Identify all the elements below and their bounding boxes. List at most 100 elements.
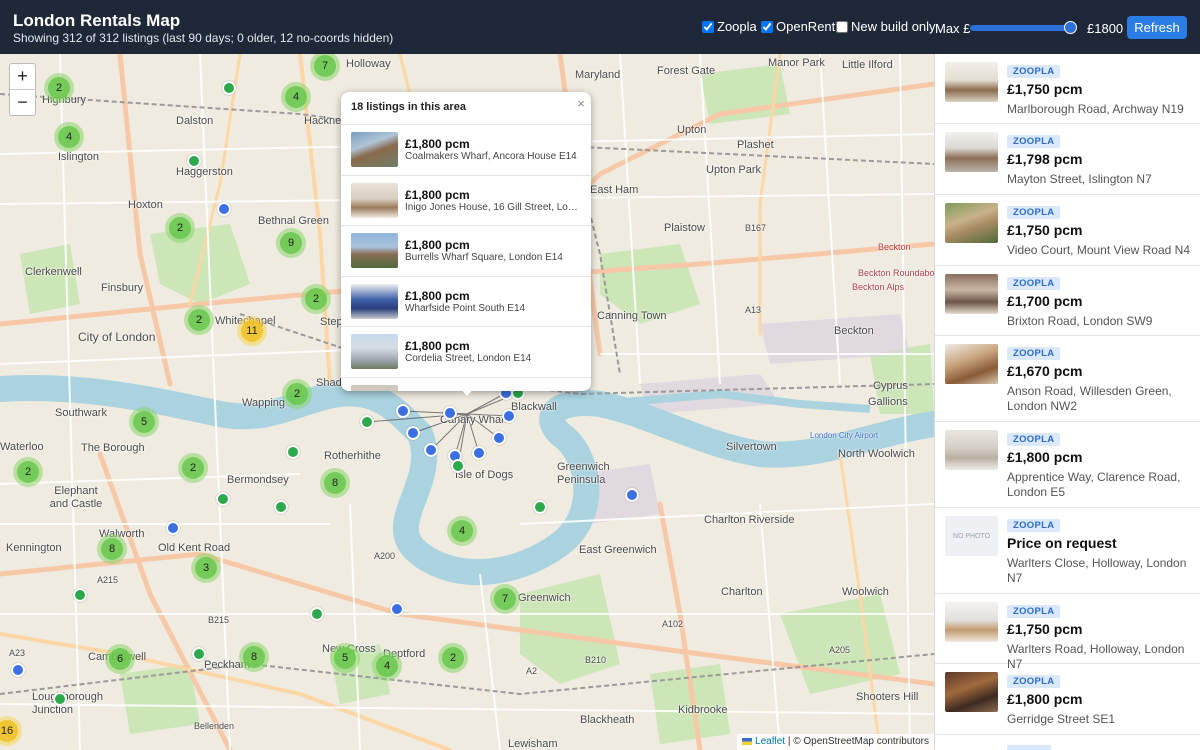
marker-cluster[interactable]: 2: [438, 643, 468, 673]
listing-card[interactable]: ZOOPLA £1,798 pcm Mayton Street, Islingt…: [935, 124, 1200, 195]
marker-cluster[interactable]: 5: [330, 643, 360, 673]
listing-marker[interactable]: [53, 692, 67, 706]
map-view[interactable]: Holloway Maryland Forest Gate Manor Park…: [0, 54, 934, 750]
popup-listing-item[interactable]: £1,800 pcm Wharfside Point South E14: [341, 275, 591, 327]
place-label: A200: [374, 551, 396, 561]
marker-cluster[interactable]: 11: [237, 316, 267, 346]
source-badge: ZOOPLA: [1007, 347, 1061, 360]
marker-cluster[interactable]: 8: [97, 534, 127, 564]
marker-cluster[interactable]: 8: [239, 642, 269, 672]
listing-marker[interactable]: [390, 602, 404, 616]
new-build-checkbox[interactable]: [836, 20, 848, 33]
listing-marker[interactable]: [424, 443, 438, 457]
cluster-count: 9: [280, 232, 302, 254]
listing-marker[interactable]: [216, 492, 230, 506]
listing-marker[interactable]: [310, 607, 324, 621]
listing-card[interactable]: ZOOPLA £1,750 pcm Warlters Road, Hollowa…: [935, 594, 1200, 671]
marker-cluster[interactable]: 8: [320, 468, 350, 498]
listing-marker[interactable]: [396, 404, 410, 418]
marker-cluster[interactable]: 2: [301, 284, 331, 314]
listing-marker[interactable]: [625, 488, 639, 502]
filter-new-build[interactable]: New build only: [836, 19, 936, 34]
listing-marker[interactable]: [274, 500, 288, 514]
marker-cluster[interactable]: 7: [490, 584, 520, 614]
zoom-in-button[interactable]: +: [10, 64, 35, 90]
listing-card[interactable]: NO PHOTO ZOOPLA Price on request Warlter…: [935, 508, 1200, 594]
listing-photo: [351, 182, 398, 218]
marker-cluster[interactable]: 2: [13, 457, 43, 487]
listing-card[interactable]: ZOOPLA £1,800 pcm Apprentice Way, Claren…: [935, 422, 1200, 508]
listing-photo: [945, 62, 998, 102]
zoom-out-button[interactable]: −: [10, 90, 35, 116]
popup-listing-item[interactable]: £1,800 pcm Cordelia Street, London E14: [341, 326, 591, 377]
place-label: Holloway: [346, 58, 391, 70]
popup-listing-item[interactable]: £1,800 pcm Coalmakers Wharf, Ancora Hous…: [341, 124, 591, 175]
listing-marker[interactable]: [472, 446, 486, 460]
listing-marker[interactable]: [406, 426, 420, 440]
leaflet-link[interactable]: Leaflet: [755, 736, 785, 747]
popup-listing-item[interactable]: £1,800 pcm Inigo Jones House, 16 Gill St…: [341, 174, 591, 226]
place-label: A102: [662, 619, 684, 629]
marker-cluster[interactable]: 2: [282, 379, 312, 409]
place-label: Canning Town: [597, 310, 667, 322]
place-label: Silvertown: [726, 441, 777, 453]
listing-marker[interactable]: [533, 500, 547, 514]
marker-cluster[interactable]: 5: [129, 407, 159, 437]
marker-cluster[interactable]: 6: [105, 644, 135, 674]
close-icon[interactable]: ×: [577, 96, 585, 111]
listing-marker[interactable]: [492, 431, 506, 445]
listing-marker[interactable]: [502, 409, 516, 423]
place-label: Manor Park: [768, 57, 825, 69]
place-label: Southwark: [55, 407, 107, 419]
listing-marker[interactable]: [11, 663, 25, 677]
listing-marker[interactable]: [360, 415, 374, 429]
listing-photo: [945, 344, 998, 384]
listing-card[interactable]: ZOOPLA £1,800 pcm Gerridge Street SE1: [935, 664, 1200, 735]
listing-marker[interactable]: [443, 406, 457, 420]
max-price-slider-handle[interactable]: [1064, 21, 1077, 34]
listing-marker[interactable]: [166, 521, 180, 535]
filter-openrent[interactable]: OpenRent: [761, 19, 835, 34]
listing-photo: [351, 132, 398, 167]
marker-cluster[interactable]: 4: [447, 516, 477, 546]
place-label: Kidbrooke: [678, 704, 728, 716]
zoom-control: + −: [9, 63, 36, 116]
listing-card[interactable]: ZOOPLA £1,750 pcm Video Court, Mount Vie…: [935, 195, 1200, 266]
listing-card[interactable]: ZOOPLA £1,700 pcm Brixton Road, London S…: [935, 266, 1200, 336]
listing-price: £1,750 pcm: [1007, 222, 1083, 238]
listing-marker[interactable]: [222, 81, 236, 95]
openrent-checkbox[interactable]: [761, 20, 773, 33]
listing-card[interactable]: [935, 735, 1200, 750]
marker-cluster[interactable]: 9: [276, 228, 306, 258]
listing-marker[interactable]: [187, 154, 201, 168]
listing-address: Anson Road, Willesden Green, London NW2: [1007, 384, 1172, 413]
listings-sidebar[interactable]: ZOOPLA £1,750 pcm Marlborough Road, Arch…: [934, 54, 1200, 750]
refresh-button[interactable]: Refresh: [1127, 16, 1187, 39]
listing-marker[interactable]: [286, 445, 300, 459]
marker-cluster[interactable]: 2: [184, 305, 214, 335]
listing-card[interactable]: ZOOPLA £1,750 pcm Marlborough Road, Arch…: [935, 54, 1200, 124]
cluster-count: 2: [182, 457, 204, 479]
marker-cluster[interactable]: 2: [165, 213, 195, 243]
listing-marker[interactable]: [192, 647, 206, 661]
source-badge: ZOOPLA: [1007, 519, 1061, 532]
listing-address: Marlborough Road, Archway N19: [1007, 102, 1184, 116]
place-label: Loughborough Junction: [32, 691, 103, 716]
marker-cluster[interactable]: 2: [44, 73, 74, 103]
listing-card[interactable]: ZOOPLA £1,670 pcm Anson Road, Willesden …: [935, 336, 1200, 422]
listing-marker[interactable]: [217, 202, 231, 216]
marker-cluster[interactable]: 4: [281, 82, 311, 112]
listing-address: Cordelia Street, London E14: [405, 353, 532, 364]
marker-cluster[interactable]: 4: [372, 651, 402, 681]
marker-cluster[interactable]: 3: [191, 553, 221, 583]
max-price-slider[interactable]: [970, 25, 1074, 31]
zoopla-checkbox[interactable]: [702, 20, 714, 33]
listing-marker[interactable]: [73, 588, 87, 602]
listing-marker[interactable]: [451, 459, 465, 473]
popup-listing-item[interactable]: £1,800 pcm Burrells Wharf Square, London…: [341, 225, 591, 276]
cluster-count: 4: [376, 655, 398, 677]
source-badge: ZOOPLA: [1007, 206, 1061, 219]
marker-cluster[interactable]: 4: [54, 122, 84, 152]
marker-cluster[interactable]: 2: [178, 453, 208, 483]
filter-zoopla[interactable]: Zoopla: [702, 19, 757, 34]
